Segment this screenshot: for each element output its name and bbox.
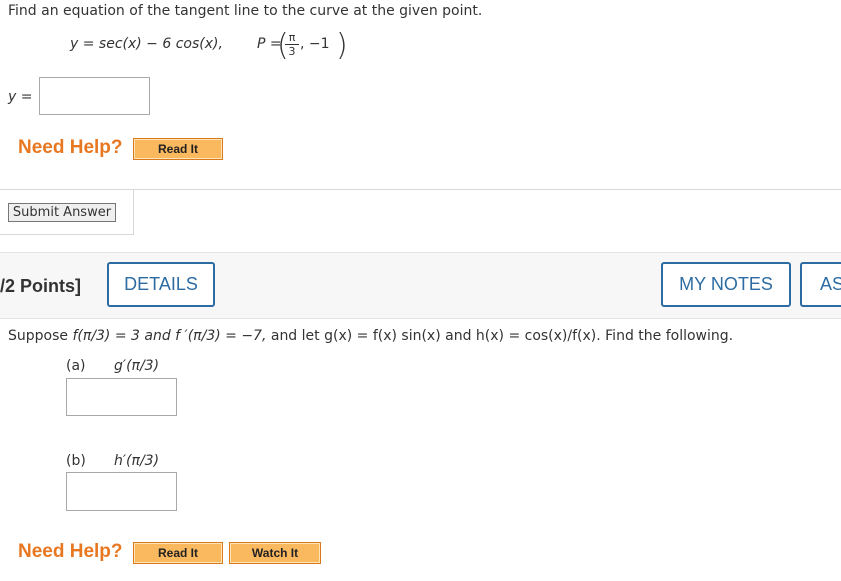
- my-notes-button[interactable]: MY NOTES: [661, 262, 791, 307]
- statement-intro: Suppose: [8, 328, 69, 344]
- part-a-expression: g′(π/3): [114, 358, 160, 374]
- part-a-answer-input[interactable]: [66, 378, 177, 416]
- read-it-button-2[interactable]: Read It: [133, 542, 223, 564]
- fraction-denominator: 3: [288, 45, 296, 58]
- details-button[interactable]: DETAILS: [107, 262, 215, 307]
- part-b-answer-input[interactable]: [66, 472, 177, 511]
- part-b-label: (b): [66, 453, 86, 469]
- read-it-button[interactable]: Read It: [133, 138, 223, 160]
- submit-answer-button[interactable]: Submit Answer: [8, 203, 116, 222]
- submit-panel: [0, 189, 841, 236]
- close-paren: ): [336, 28, 348, 63]
- part-b-expression: h′(π/3): [114, 453, 160, 469]
- tangent-line-answer-input[interactable]: [39, 77, 150, 115]
- statement-given-values: f(π/3) = 3 and f ′(π/3) = −7,: [72, 328, 267, 344]
- submit-panel-divider: [133, 189, 134, 235]
- need-help-label-2: Need Help?: [18, 541, 123, 562]
- submit-panel-bottom-border: [0, 234, 134, 235]
- function-equation: y = sec(x) − 6 cos(x),: [70, 36, 223, 52]
- need-help-label: Need Help?: [18, 137, 123, 158]
- point-coordinates: , −1: [300, 36, 330, 52]
- fraction-numerator: π: [285, 32, 299, 45]
- point-fraction: π 3: [285, 32, 299, 57]
- equation-text: y = sec(x) − 6 cos(x),: [70, 36, 223, 52]
- points-label: /2 Points]: [0, 276, 82, 296]
- watch-it-button[interactable]: Watch It: [229, 542, 321, 564]
- answer-label: y =: [8, 89, 33, 105]
- question-prompt: Find an equation of the tangent line to …: [8, 3, 483, 19]
- ask-your-teacher-button[interactable]: AS: [800, 262, 841, 307]
- question-statement: Suppose f(π/3) = 3 and f ′(π/3) = −7, an…: [8, 328, 733, 344]
- part-a-label: (a): [66, 358, 86, 374]
- statement-definitions: and let g(x) = f(x) sin(x) and h(x) = co…: [270, 328, 734, 344]
